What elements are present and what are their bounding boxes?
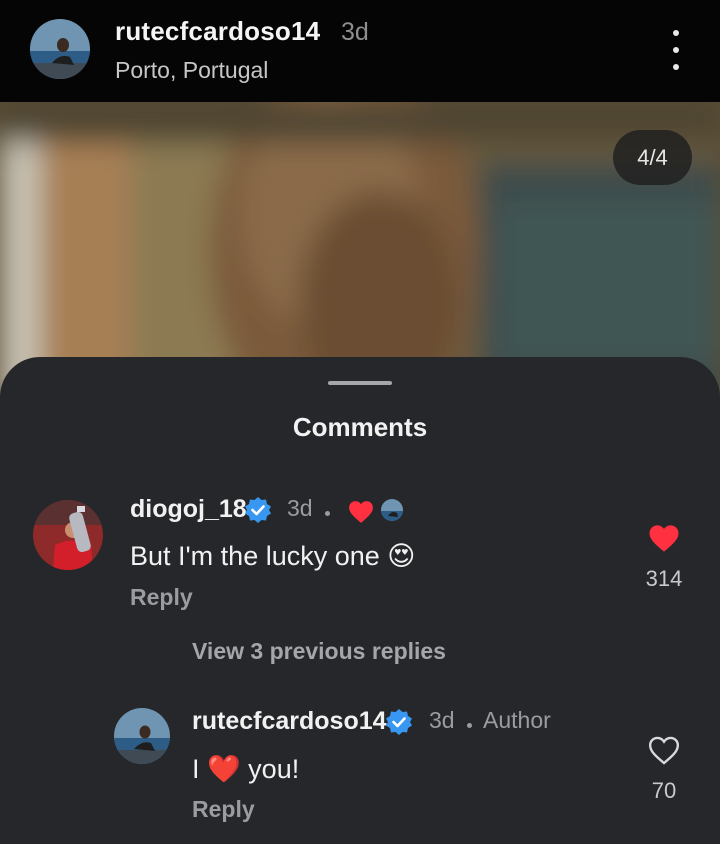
like-count: 70 bbox=[651, 778, 677, 803]
comments-sheet: Comments diogoj_18 3d But I'm the lucky … bbox=[0, 357, 720, 844]
author-reaction-avatar bbox=[381, 499, 403, 521]
author-tag: Author bbox=[483, 707, 551, 733]
verified-badge-icon bbox=[245, 497, 271, 523]
commenter-avatar[interactable] bbox=[33, 500, 103, 570]
comment-time: 3d bbox=[287, 495, 313, 521]
post-author-avatar[interactable] bbox=[30, 19, 90, 79]
commenter-username[interactable]: rutecfcardoso14 bbox=[192, 707, 387, 736]
like-outline-icon[interactable] bbox=[648, 736, 680, 765]
reply-button[interactable]: Reply bbox=[192, 796, 255, 823]
heart-eyes-emoji: 😍 bbox=[387, 541, 416, 571]
post-time: 3d bbox=[341, 18, 369, 46]
post-header: rutecfcardoso14 3d Porto, Portugal bbox=[0, 0, 720, 102]
more-dot-icon bbox=[673, 47, 679, 53]
comment-text-end: you! bbox=[248, 754, 300, 784]
heart-icon bbox=[349, 501, 373, 523]
commenter-username[interactable]: diogoj_18 bbox=[130, 495, 247, 524]
post-username[interactable]: rutecfcardoso14 bbox=[115, 16, 320, 47]
like-filled-icon[interactable] bbox=[648, 524, 680, 553]
like-count: 314 bbox=[645, 566, 683, 591]
reply-button[interactable]: Reply bbox=[130, 584, 193, 611]
sheet-title: Comments bbox=[292, 412, 428, 442]
red-heart-emoji: ❤️ bbox=[207, 754, 241, 784]
separator-dot bbox=[467, 723, 472, 728]
post-location[interactable]: Porto, Portugal bbox=[115, 57, 268, 84]
sheet-drag-handle[interactable] bbox=[328, 381, 392, 385]
comment-time: 3d bbox=[429, 707, 455, 733]
separator-dot bbox=[325, 511, 330, 516]
comment-text-body: But I'm the lucky one bbox=[130, 541, 380, 571]
more-options-button[interactable] bbox=[660, 30, 692, 70]
more-dot-icon bbox=[673, 64, 679, 70]
commenter-avatar[interactable] bbox=[114, 708, 170, 764]
comment-text: But I'm the lucky one 😍 bbox=[130, 541, 415, 572]
more-dot-icon bbox=[673, 30, 679, 36]
verified-badge-icon bbox=[386, 709, 412, 735]
comment-text: I ❤️ you! bbox=[192, 753, 299, 785]
comment-text-start: I bbox=[192, 754, 200, 784]
photo-counter: 4/4 bbox=[613, 130, 692, 185]
view-previous-replies[interactable]: View 3 previous replies bbox=[192, 638, 446, 665]
